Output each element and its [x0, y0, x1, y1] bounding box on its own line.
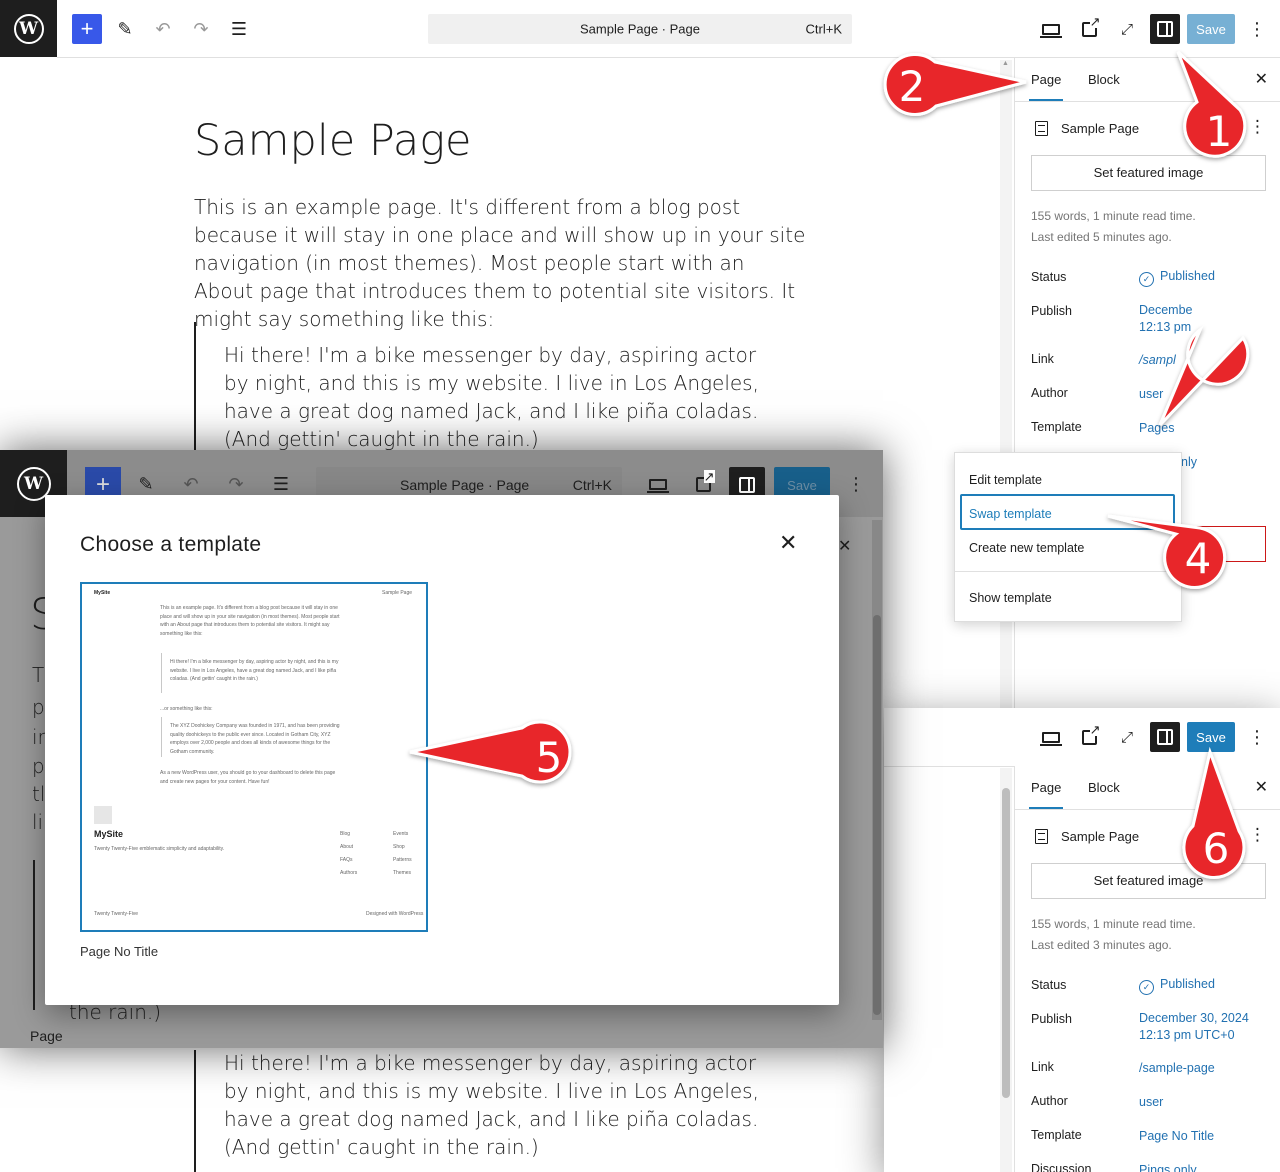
sidebar-toggle-icon[interactable]: [1150, 14, 1180, 44]
close-icon[interactable]: ✕: [1255, 777, 1268, 797]
close-icon[interactable]: ✕: [779, 530, 797, 556]
more-vertical-icon[interactable]: ⋮: [841, 469, 871, 499]
check-circle-icon: ✓: [1139, 272, 1154, 287]
discussion-fragment: nly: [1181, 455, 1197, 469]
link-value[interactable]: /sample-page: [1139, 1060, 1215, 1077]
last-edited: Last edited 5 minutes ago.: [1031, 230, 1172, 244]
menu-item-edit-template[interactable]: Edit template: [969, 473, 1042, 487]
author-label: Author: [1031, 386, 1068, 400]
external-link-icon[interactable]: [1074, 14, 1104, 44]
list-view-icon[interactable]: ☰: [224, 14, 254, 44]
publish-value-date[interactable]: December 30, 2024: [1139, 1010, 1249, 1027]
menu-item-swap-template[interactable]: Swap template: [969, 507, 1052, 521]
undo-icon[interactable]: ↶: [148, 14, 178, 44]
status-value[interactable]: ✓ Published: [1139, 976, 1215, 995]
plus-icon[interactable]: +: [72, 14, 102, 44]
set-featured-image-button[interactable]: Set featured image: [1031, 155, 1266, 191]
set-featured-image-button[interactable]: Set featured image: [1031, 863, 1266, 899]
link-label: Link: [1031, 1060, 1054, 1074]
check-circle-icon: ✓: [1139, 980, 1154, 995]
wordpress-logo-icon[interactable]: W: [0, 0, 57, 57]
laptop-icon[interactable]: [1036, 722, 1066, 752]
tab-block[interactable]: Block: [1088, 72, 1120, 87]
command-palette-bar[interactable]: Sample Page · Page Ctrl+K: [428, 14, 852, 44]
shortcut-hint: Ctrl+K: [805, 21, 842, 37]
publish-value-time[interactable]: 12:13 pm UTC+0: [1139, 1027, 1235, 1044]
sidebar-toggle-icon[interactable]: [1150, 722, 1180, 752]
menu-item-show-template[interactable]: Show template: [969, 591, 1052, 605]
page-title[interactable]: Sample Page: [194, 116, 472, 166]
more-vertical-icon[interactable]: ⋮: [1249, 825, 1266, 845]
close-icon[interactable]: ✕: [1255, 69, 1268, 89]
save-button[interactable]: Save: [1187, 722, 1235, 752]
callout-2: 2: [899, 62, 926, 111]
external-link-icon[interactable]: [1074, 722, 1104, 752]
tab-page[interactable]: Page: [1028, 72, 1064, 101]
word-count: 155 words, 1 minute read time.: [1031, 209, 1196, 223]
document-title: Sample Page · Page: [580, 21, 700, 37]
template-name[interactable]: Page No Title: [80, 944, 158, 959]
status-bar-label: Page: [30, 1028, 63, 1044]
tab-block[interactable]: Block: [1088, 780, 1120, 795]
publish-label: Publish: [1031, 304, 1072, 318]
menu-item-create-new-template[interactable]: Create new template: [969, 541, 1084, 555]
last-edited: Last edited 3 minutes ago.: [1031, 938, 1172, 952]
document-name: Sample Page: [1061, 121, 1140, 136]
status-label: Status: [1031, 270, 1067, 284]
more-vertical-icon[interactable]: ⋮: [1242, 14, 1272, 44]
choose-template-modal: Choose a template ✕ MySite Sample Page T…: [45, 495, 839, 1005]
document-name: Sample Page: [1061, 829, 1140, 844]
link-label: Link: [1031, 352, 1054, 366]
status-value[interactable]: ✓ Published: [1139, 268, 1215, 287]
template-label: Template: [1031, 420, 1082, 434]
discussion-value[interactable]: Pings only: [1139, 1162, 1197, 1172]
fullscreen-icon[interactable]: ⤢: [1112, 14, 1142, 44]
link-value[interactable]: /sampl: [1139, 352, 1176, 369]
author-value[interactable]: user: [1139, 1094, 1163, 1111]
redo-icon[interactable]: ↷: [186, 14, 216, 44]
template-value[interactable]: Page No Title: [1139, 1128, 1214, 1145]
pencil-icon[interactable]: ✎: [110, 14, 140, 44]
template-preview-card[interactable]: MySite Sample Page This is an example pa…: [80, 582, 428, 932]
template-menu: Edit template Swap template Create new t…: [954, 452, 1182, 622]
author-label: Author: [1031, 1094, 1068, 1108]
pullquote-repeat[interactable]: Hi there! I'm a bike messenger by day, a…: [224, 1049, 779, 1161]
trash-button-fragment[interactable]: [1181, 526, 1266, 562]
fullscreen-icon[interactable]: ⤢: [1112, 722, 1142, 752]
discussion-label: Discussion: [1031, 1162, 1092, 1172]
publish-value-date[interactable]: Decembe: [1139, 302, 1193, 319]
laptop-icon[interactable]: [1036, 14, 1066, 44]
template-label: Template: [1031, 1128, 1082, 1142]
tab-page[interactable]: Page: [1028, 780, 1064, 809]
status-label: Status: [1031, 978, 1067, 992]
pullquote[interactable]: Hi there! I'm a bike messenger by day, a…: [224, 341, 779, 453]
save-button[interactable]: Save: [1187, 14, 1235, 44]
modal-title: Choose a template: [80, 533, 262, 556]
more-vertical-icon[interactable]: ⋮: [1249, 117, 1266, 137]
more-vertical-icon[interactable]: ⋮: [1242, 722, 1272, 752]
publish-value-time[interactable]: 12:13 pm: [1139, 319, 1191, 336]
document-icon: [1035, 121, 1048, 136]
author-value[interactable]: user: [1139, 386, 1163, 403]
overlay-editor-window: W + ✎ ↶ ↷ ☰ Sample Page · Page Ctrl+K Sa…: [0, 450, 883, 1048]
word-count: 155 words, 1 minute read time.: [1031, 917, 1196, 931]
settings-sidebar: Page Block ✕ Sample Page ⋮ Set featured …: [1014, 766, 1280, 1172]
intro-paragraph[interactable]: This is an example page. It's different …: [194, 193, 809, 333]
site-logo-placeholder: [94, 806, 112, 824]
template-value[interactable]: Pages: [1139, 420, 1174, 437]
publish-label: Publish: [1031, 1012, 1072, 1026]
bottom-right-editor: ⤢ Save ⋮ Page Block ✕ Sample Page ⋮ Set …: [884, 708, 1280, 1172]
document-icon: [1035, 829, 1048, 844]
